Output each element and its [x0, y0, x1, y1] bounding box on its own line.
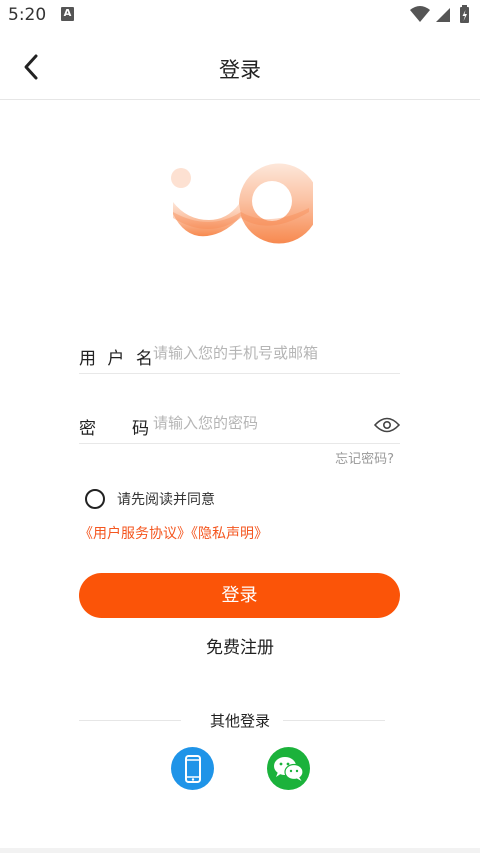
password-label-char: 密 — [79, 419, 96, 439]
status-icons — [410, 5, 469, 23]
divider-right — [283, 720, 385, 721]
page-title: 登录 — [219, 58, 261, 82]
agreement-checkbox[interactable] — [85, 489, 105, 509]
status-time: 5:20 — [8, 5, 47, 25]
password-input[interactable] — [153, 408, 383, 438]
agreement-text: 请先阅读并同意 — [117, 492, 215, 508]
battery-charging-icon — [460, 5, 469, 23]
wifi-icon — [410, 6, 430, 22]
username-label-char: 户 — [107, 349, 128, 369]
privacy-statement-link[interactable]: 《隐私声明》 — [191, 526, 268, 542]
username-field: 用 户 名 — [79, 330, 400, 374]
agreement-row: 请先阅读并同意 — [85, 488, 215, 510]
forgot-password-link[interactable]: 忘记密码? — [335, 448, 394, 467]
username-label: 用 户 名 — [79, 344, 156, 369]
other-login-title: 其他登录 — [209, 712, 270, 730]
phone-login-button[interactable] — [171, 747, 214, 790]
signal-icon — [436, 8, 450, 22]
notification-icon: A — [61, 7, 74, 21]
wechat-login-button[interactable] — [267, 747, 310, 790]
service-agreement-link[interactable]: 《用户服务协议》 — [79, 526, 191, 542]
login-button[interactable]: 登录 — [79, 573, 400, 618]
eye-icon[interactable] — [374, 416, 400, 434]
agreement-links: 《用户服务协议》《隐私声明》 — [79, 523, 268, 543]
wechat-icon — [273, 756, 304, 781]
password-label-char: 码 — [132, 419, 149, 439]
username-input[interactable] — [153, 338, 383, 368]
app-bar: 登录 — [0, 30, 480, 100]
password-field: 密 码 — [79, 400, 400, 444]
app-logo — [171, 163, 313, 244]
status-bar: 5:20 A — [0, 0, 480, 30]
bottom-edge — [0, 848, 480, 853]
username-label-char: 用 — [79, 349, 99, 369]
password-label: 密 码 — [79, 414, 149, 439]
register-link[interactable]: 免费注册 — [0, 633, 480, 658]
phone-icon — [184, 754, 201, 783]
